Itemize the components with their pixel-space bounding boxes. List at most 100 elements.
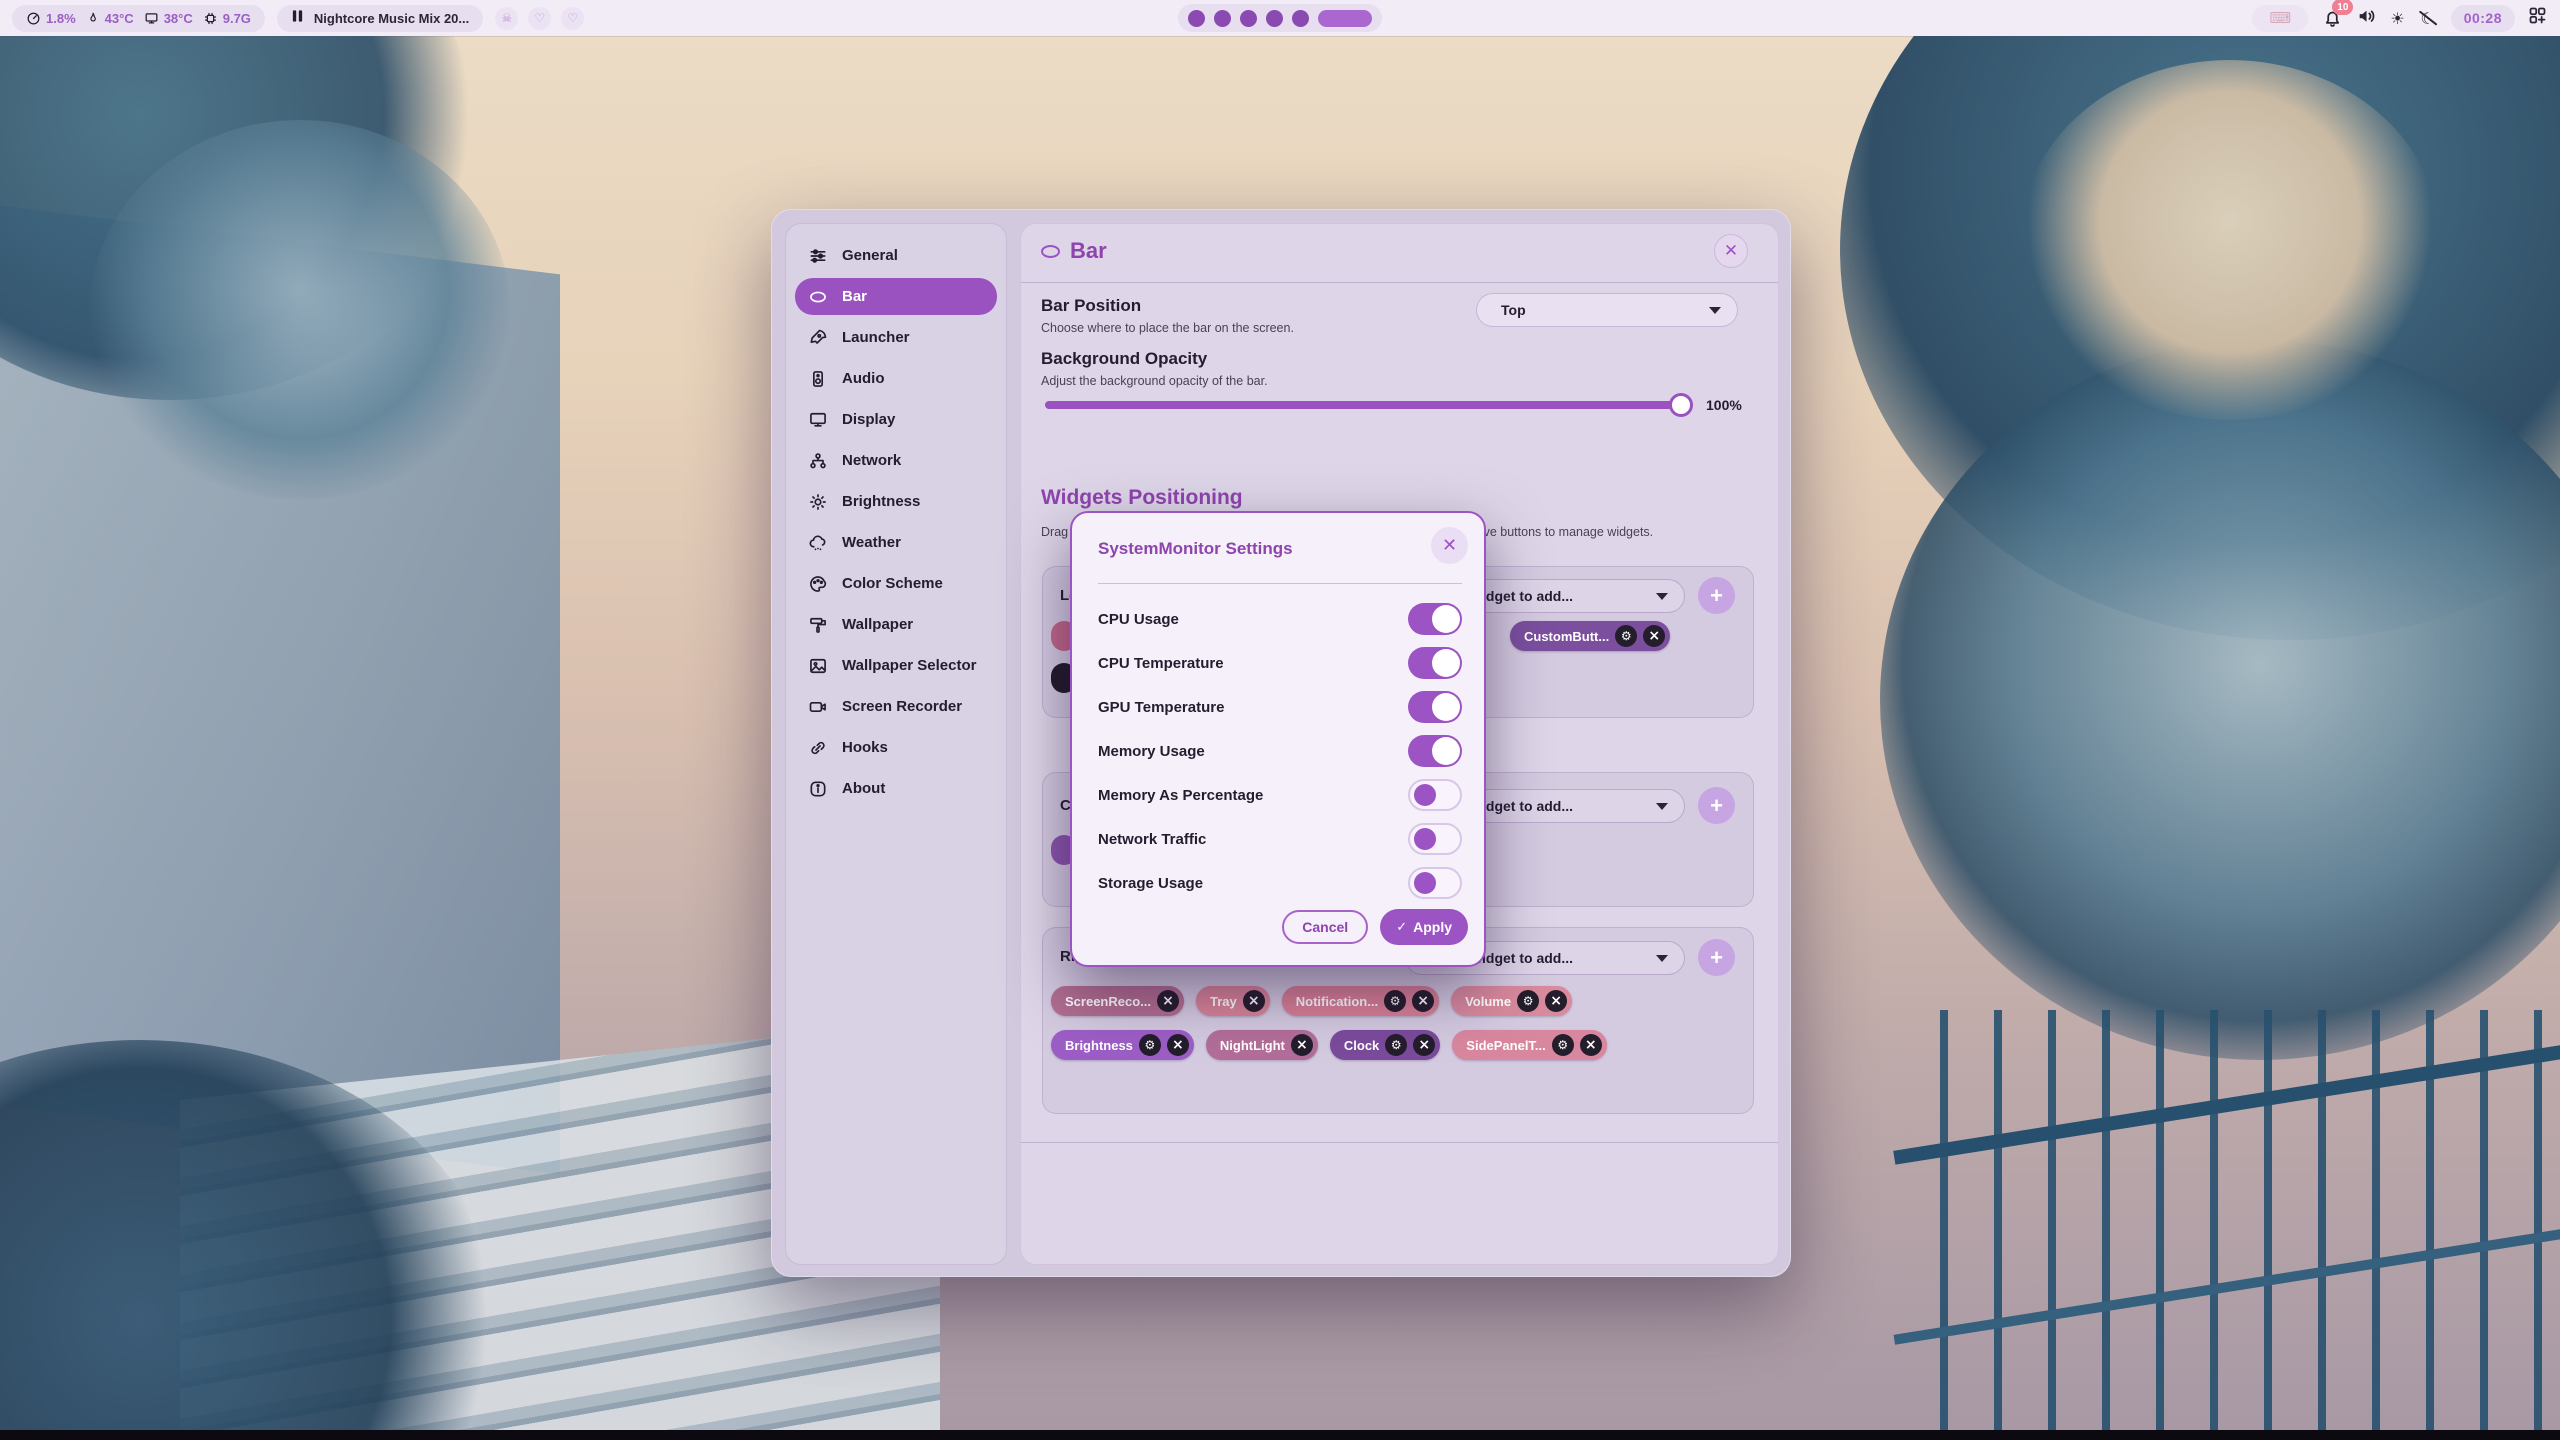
- sidebar-item-label: Bar: [842, 288, 867, 305]
- widget-chip-custombutt[interactable]: CustomButt...⚙×: [1510, 621, 1670, 651]
- toggle-switch-network-traffic[interactable]: [1408, 823, 1462, 855]
- background-opacity-description: Adjust the background opacity of the bar…: [1041, 374, 1268, 388]
- sidebar-item-color-scheme[interactable]: Color Scheme: [795, 565, 997, 602]
- system-stats-pill[interactable]: 1.8%43°C38°C9.7G: [12, 5, 265, 32]
- skull-button[interactable]: ☠: [495, 7, 518, 30]
- heart-button[interactable]: ♡: [561, 7, 584, 30]
- workspace-active[interactable]: [1318, 10, 1372, 27]
- left-widgets-add-button[interactable]: +: [1698, 577, 1735, 614]
- workspace-dot[interactable]: [1266, 10, 1283, 27]
- toggle-label: Storage Usage: [1098, 875, 1203, 892]
- cancel-button[interactable]: Cancel: [1282, 910, 1368, 944]
- media-player-pill[interactable]: Nightcore Music Mix 20...: [277, 5, 483, 32]
- widget-remove-button[interactable]: ×: [1643, 625, 1665, 647]
- night-light-button[interactable]: ☾: [2417, 7, 2439, 29]
- toggle-row-cpu-temperature: CPU Temperature: [1098, 641, 1462, 685]
- center-widgets-add-button[interactable]: +: [1698, 787, 1735, 824]
- toggle-switch-storage-usage[interactable]: [1408, 867, 1462, 899]
- workspace-dot[interactable]: [1214, 10, 1231, 27]
- window-close-button[interactable]: ✕: [1714, 234, 1748, 268]
- sidebar-item-audio[interactable]: Audio: [795, 360, 997, 397]
- widget-chip-label: NightLight: [1220, 1038, 1285, 1053]
- opacity-slider-track[interactable]: [1045, 401, 1693, 409]
- widget-chip-label: SidePanelT...: [1466, 1038, 1545, 1053]
- modal-close-button[interactable]: ✕: [1431, 527, 1468, 564]
- widget-remove-button[interactable]: ×: [1157, 990, 1179, 1012]
- sidebar-item-wallpaper[interactable]: Wallpaper: [795, 606, 997, 643]
- tray-app-icon[interactable]: ⌨: [2252, 5, 2308, 32]
- bar-position-select[interactable]: Top: [1476, 293, 1738, 327]
- widget-settings-button[interactable]: ⚙: [1615, 625, 1637, 647]
- sidebar-item-launcher[interactable]: Launcher: [795, 319, 997, 356]
- sidebar-item-network[interactable]: Network: [795, 442, 997, 479]
- sidebar-item-weather[interactable]: Weather: [795, 524, 997, 561]
- wallpaper-bottom-strip: [0, 1430, 2560, 1440]
- toggle-switch-cpu-temperature[interactable]: [1408, 647, 1462, 679]
- widget-remove-button[interactable]: ×: [1412, 990, 1434, 1012]
- sidebar-item-wallpaper-selector[interactable]: Wallpaper Selector: [795, 647, 997, 684]
- widget-chip-notification[interactable]: Notification... ⚙ ×: [1282, 986, 1439, 1016]
- sidebar-item-about[interactable]: About: [795, 770, 997, 807]
- widget-remove-button[interactable]: ×: [1243, 990, 1265, 1012]
- sidebar-item-hooks[interactable]: Hooks: [795, 729, 997, 766]
- stat-value: 1.8%: [46, 11, 76, 26]
- widget-remove-button[interactable]: ×: [1167, 1034, 1189, 1056]
- sidebar-item-label: Audio: [842, 370, 885, 387]
- heart-button[interactable]: ♡: [528, 7, 551, 30]
- widget-remove-button[interactable]: ×: [1413, 1034, 1435, 1056]
- opacity-slider-thumb[interactable]: [1669, 393, 1693, 417]
- widget-settings-button[interactable]: ⚙: [1552, 1034, 1574, 1056]
- widget-remove-button[interactable]: ×: [1580, 1034, 1602, 1056]
- widget-settings-button[interactable]: ⚙: [1384, 990, 1406, 1012]
- workspace-dot[interactable]: [1292, 10, 1309, 27]
- right-widgets-add-button[interactable]: +: [1698, 939, 1735, 976]
- notifications-button[interactable]: 10: [2320, 6, 2344, 30]
- pause-icon: [291, 9, 304, 28]
- sidebar-item-screen-recorder[interactable]: Screen Recorder: [795, 688, 997, 725]
- sidebar-item-display[interactable]: Display: [795, 401, 997, 438]
- chevron-down-icon: [1656, 593, 1668, 600]
- widget-chip-sidepanelt[interactable]: SidePanelT... ⚙ ×: [1452, 1030, 1606, 1060]
- widget-chip-clock[interactable]: Clock⚙×: [1330, 1030, 1440, 1060]
- toggle-switch-gpu-temperature[interactable]: [1408, 691, 1462, 723]
- clock-pill[interactable]: 00:28: [2451, 5, 2515, 32]
- widget-remove-button[interactable]: ×: [1291, 1034, 1313, 1056]
- widget-remove-button[interactable]: ×: [1545, 990, 1567, 1012]
- widget-chip-brightness[interactable]: Brightness⚙×: [1051, 1030, 1194, 1060]
- page-title: Bar: [1070, 238, 1107, 264]
- volume-button[interactable]: [2356, 5, 2378, 32]
- toggle-switch-cpu-usage[interactable]: [1408, 603, 1462, 635]
- widget-settings-button[interactable]: ⚙: [1385, 1034, 1407, 1056]
- widget-chip-label: Tray: [1210, 994, 1237, 1009]
- speaker-icon: [2356, 5, 2378, 27]
- widget-chip-screenreco[interactable]: ScreenReco...×: [1051, 986, 1184, 1016]
- sidebar-item-general[interactable]: General: [795, 237, 997, 274]
- toggle-label: Network Traffic: [1098, 831, 1206, 848]
- pill-icon: [808, 287, 828, 307]
- sidebar-item-label: Weather: [842, 534, 901, 551]
- sidebar-item-brightness[interactable]: Brightness: [795, 483, 997, 520]
- workspace-dot[interactable]: [1240, 10, 1257, 27]
- toggle-switch-memory-usage[interactable]: [1408, 735, 1462, 767]
- opacity-value: 100%: [1706, 397, 1742, 413]
- gauge-icon: [26, 11, 41, 26]
- widget-chip-label: Notification...: [1296, 994, 1378, 1009]
- overview-button[interactable]: [2527, 5, 2548, 31]
- paint-roller-icon: [808, 615, 828, 635]
- brightness-button[interactable]: ☀: [2390, 9, 2404, 28]
- widget-chip-tray[interactable]: Tray ×: [1196, 986, 1270, 1016]
- widget-settings-button[interactable]: ⚙: [1517, 990, 1539, 1012]
- widget-chip-nightlight[interactable]: NightLight ×: [1206, 1030, 1318, 1060]
- widget-chip-volume[interactable]: Volume⚙×: [1451, 986, 1572, 1016]
- toggle-label: CPU Temperature: [1098, 655, 1224, 672]
- sidebar-item-label: General: [842, 247, 898, 264]
- workspace-dot[interactable]: [1188, 10, 1205, 27]
- apply-button[interactable]: ✓ Apply: [1380, 909, 1468, 945]
- workspaces-pill[interactable]: [1178, 4, 1382, 32]
- sidebar-item-label: Wallpaper: [842, 616, 913, 633]
- widget-settings-button[interactable]: ⚙: [1139, 1034, 1161, 1056]
- sidebar-item-bar[interactable]: Bar: [795, 278, 997, 315]
- footer-divider: [1021, 1142, 1778, 1143]
- toggle-switch-memory-as-percentage[interactable]: [1408, 779, 1462, 811]
- palette-icon: [808, 574, 828, 594]
